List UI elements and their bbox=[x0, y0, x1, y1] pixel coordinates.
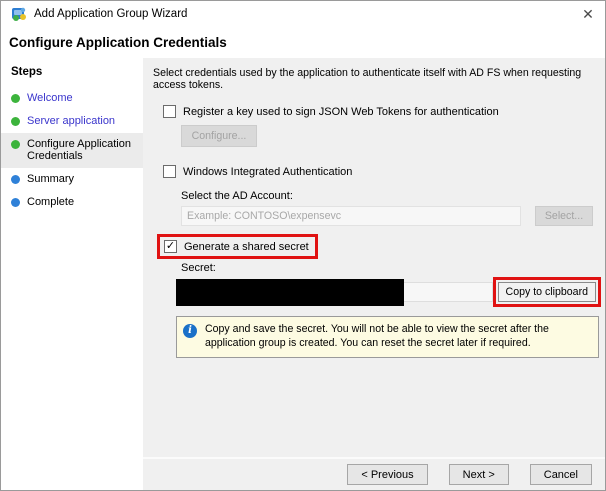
secret-note-text: Copy and save the secret. You will not b… bbox=[205, 323, 549, 350]
content-panel: Select credentials used by the applicati… bbox=[143, 58, 605, 457]
copy-to-clipboard-button[interactable]: Copy to clipboard bbox=[497, 282, 596, 302]
select-account-button: Select... bbox=[535, 206, 593, 226]
copy-button-highlight: Copy to clipboard bbox=[492, 277, 601, 307]
app-icon bbox=[12, 7, 26, 21]
steps-sidebar: Steps Welcome Server application Configu… bbox=[1, 58, 143, 490]
page-title: Configure Application Credentials bbox=[1, 27, 605, 58]
content-column: Select credentials used by the applicati… bbox=[143, 58, 605, 490]
checkmark-icon: ✓ bbox=[165, 240, 176, 252]
step-bullet-icon bbox=[11, 117, 20, 126]
step-bullet-icon bbox=[11, 94, 20, 103]
previous-button[interactable]: < Previous bbox=[347, 464, 428, 485]
generate-secret-highlight: ✓ Generate a shared secret bbox=[157, 234, 318, 259]
register-key-checkbox[interactable] bbox=[163, 105, 176, 118]
sidebar-item-configure-application-credentials: Configure Application Credentials bbox=[1, 133, 143, 168]
close-icon[interactable]: ✕ bbox=[577, 3, 599, 25]
sidebar-item-summary: Summary bbox=[1, 168, 143, 191]
wizard-window: Add Application Group Wizard ✕ Configure… bbox=[0, 0, 606, 491]
redacted-secret bbox=[176, 279, 404, 306]
sidebar-item-welcome[interactable]: Welcome bbox=[1, 87, 143, 110]
ad-account-input bbox=[181, 206, 521, 226]
register-key-label: Register a key used to sign JSON Web Tok… bbox=[183, 105, 499, 118]
info-icon: i bbox=[183, 324, 197, 338]
secret-field bbox=[176, 279, 493, 306]
sidebar-item-complete: Complete bbox=[1, 191, 143, 214]
register-key-row: Register a key used to sign JSON Web Tok… bbox=[163, 105, 601, 118]
footer-bar: < Previous Next > Cancel bbox=[143, 457, 605, 490]
windows-auth-label: Windows Integrated Authentication bbox=[183, 165, 353, 178]
ad-account-label: Select the AD Account: bbox=[181, 190, 293, 202]
sidebar-item-server-application[interactable]: Server application bbox=[1, 110, 143, 133]
step-bullet-icon bbox=[11, 198, 20, 207]
windows-auth-row: Windows Integrated Authentication bbox=[163, 165, 601, 178]
step-bullet-icon bbox=[11, 140, 20, 149]
next-button[interactable]: Next > bbox=[448, 464, 509, 485]
generate-secret-label: Generate a shared secret bbox=[184, 240, 309, 253]
steps-heading: Steps bbox=[11, 66, 43, 78]
cancel-button[interactable]: Cancel bbox=[529, 464, 592, 485]
secret-row: Copy to clipboard bbox=[176, 277, 601, 307]
step-bullet-icon bbox=[11, 175, 20, 184]
title-bar: Add Application Group Wizard ✕ bbox=[1, 1, 605, 27]
wizard-body: Steps Welcome Server application Configu… bbox=[1, 58, 605, 490]
window-title: Add Application Group Wizard bbox=[34, 8, 188, 20]
secret-label: Secret: bbox=[181, 262, 216, 274]
instruction-text: Select credentials used by the applicati… bbox=[153, 67, 582, 91]
configure-button: Configure... bbox=[181, 125, 257, 147]
ad-account-row: Select... bbox=[181, 206, 601, 226]
secret-note: i Copy and save the secret. You will not… bbox=[176, 316, 599, 358]
generate-secret-checkbox[interactable]: ✓ bbox=[164, 240, 177, 253]
windows-auth-checkbox[interactable] bbox=[163, 165, 176, 178]
